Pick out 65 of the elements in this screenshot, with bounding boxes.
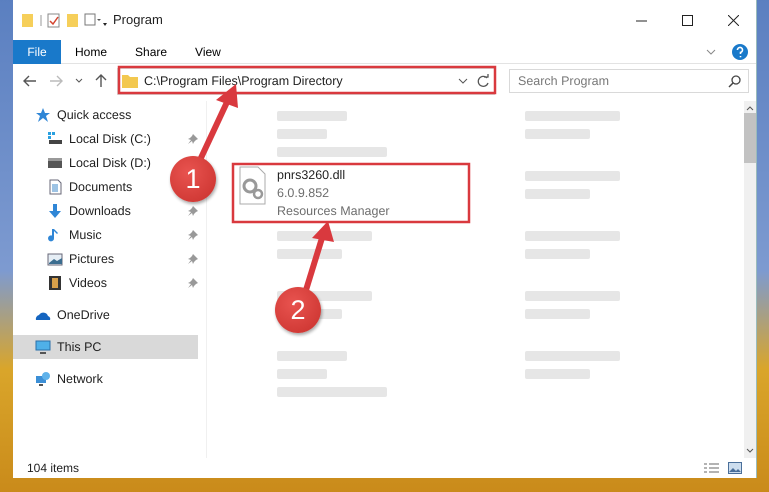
nav-item[interactable]: Downloads (13, 199, 139, 223)
nav-item[interactable]: Local Disk (C:) (13, 127, 159, 151)
search-icon[interactable] (728, 75, 741, 88)
nav-item[interactable]: Network (13, 367, 111, 391)
pin-icon[interactable] (188, 230, 198, 240)
picture-icon (47, 251, 63, 267)
drive-icon (47, 155, 63, 171)
pin-icon[interactable] (188, 254, 198, 264)
ribbon-tab[interactable]: Home (61, 40, 122, 64)
monitor-icon (35, 339, 51, 355)
file-detail: 6.0.9.852 (277, 185, 330, 202)
network-icon (35, 371, 51, 387)
up-arrow-icon (95, 74, 107, 88)
quick-access-toolbar-icon[interactable] (21, 11, 107, 29)
chevron-down-icon[interactable] (746, 448, 754, 454)
nav-item[interactable]: Music (13, 223, 110, 247)
close-icon (728, 14, 738, 26)
chevron-down-icon[interactable] (458, 78, 468, 84)
file-name[interactable]: pnrs3260.dll (277, 166, 390, 184)
drive-icon (47, 131, 63, 147)
star-icon (35, 107, 51, 123)
pin-icon[interactable] (188, 134, 198, 144)
chevron-down-icon (75, 78, 83, 84)
back-arrow-icon (23, 75, 37, 87)
callout-arrow (303, 221, 334, 291)
blurred-text-bar (525, 369, 590, 379)
nav-item[interactable]: Quick access (13, 103, 140, 127)
blurred-text-bar (525, 129, 590, 139)
film-icon (47, 275, 63, 291)
nav-item[interactable]: Pictures (13, 247, 122, 271)
blurred-text-bar (525, 309, 590, 319)
file-detail: Resources Manager (277, 203, 390, 220)
refresh-icon[interactable] (476, 74, 490, 88)
nav-item[interactable]: Local Disk (D:) (13, 151, 159, 175)
nav-item[interactable]: Documents (13, 175, 140, 199)
forward-arrow-icon (49, 75, 63, 87)
blurred-text-bar (525, 189, 590, 199)
blurred-text-bar (277, 249, 342, 259)
blurred-text-bar (277, 129, 327, 139)
blurred-text-bar (277, 111, 347, 121)
search-field[interactable]: Search Program (509, 69, 749, 93)
scrollbar-thumb[interactable] (744, 113, 756, 163)
help-icon[interactable] (732, 44, 748, 60)
chevron-up-icon[interactable] (746, 105, 754, 111)
pin-icon[interactable] (188, 278, 198, 288)
large-icons-view-icon[interactable] (728, 462, 742, 474)
nav-item[interactable]: OneDrive (13, 303, 118, 327)
ribbon-tab[interactable]: Share (121, 40, 182, 64)
pin-icon[interactable] (188, 206, 198, 216)
blurred-text-bar (525, 249, 590, 259)
nav-item[interactable]: Videos (13, 271, 115, 295)
item-count: 104 items (27, 460, 80, 477)
down-arrow-icon (47, 203, 63, 219)
ribbon-tab[interactable]: View (181, 40, 235, 64)
scrollbar[interactable] (744, 101, 756, 458)
details-view-icon[interactable] (703, 462, 720, 474)
window-title: Program (113, 11, 163, 30)
blurred-text-bar (277, 369, 327, 379)
maximize-icon (682, 14, 692, 26)
nav-item[interactable]: This PC (13, 335, 198, 359)
document-icon (47, 179, 63, 195)
expand-ribbon-icon[interactable] (706, 48, 716, 54)
folder-icon (122, 74, 138, 88)
blurred-text-bar (277, 351, 347, 361)
file-tab[interactable]: File (13, 40, 61, 64)
